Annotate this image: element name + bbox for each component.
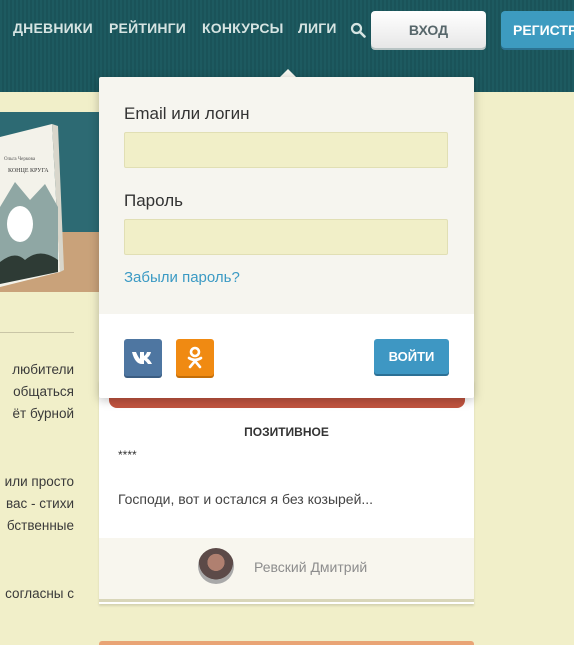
nav-item-diaries[interactable]: ДНЕВНИКИ [13,20,93,36]
book-author: Ольга Черкова [4,157,36,162]
nav-item-ratings[interactable]: РЕЙТИНГИ [109,20,186,36]
left-text-line: бственные [6,518,74,533]
nav-item-contests[interactable]: КОНКУРСЫ [202,20,284,36]
submit-login-button[interactable]: ВОЙТИ [374,339,449,374]
login-button[interactable]: ВХОД [371,11,486,48]
nav-item-leagues[interactable]: ЛИГИ [298,20,337,36]
left-text-line: вас - стихи [5,496,74,511]
left-text-block-3: согласны с [0,583,74,605]
password-field[interactable] [124,219,448,255]
left-text-block-1: любители общаться ёт бурной [0,359,74,425]
vk-login-button[interactable] [124,339,162,376]
author-name[interactable]: Ревский Дмитрий [254,559,367,575]
book-cover-illustration: Ольга Черкова КОНЦЕ КРУГА [0,112,100,292]
email-field[interactable] [124,132,448,168]
next-card-strip [99,641,474,645]
left-divider [0,332,74,333]
search-icon[interactable] [350,22,366,38]
left-text-line: или просто [4,474,74,489]
left-text-line: общаться [13,384,74,399]
ok-icon [187,346,203,368]
book-cover-image[interactable]: Ольга Черкова КОНЦЕ КРУГА [0,112,100,292]
password-label: Пароль [124,191,183,210]
email-label: Email или логин [124,104,250,123]
card-stars: **** [118,448,137,462]
ok-login-button[interactable] [176,339,214,376]
vk-icon [132,351,152,364]
forgot-password-link[interactable]: Забыли пароль? [124,269,240,286]
left-text-block-2: или просто вас - стихи бственные [0,471,74,537]
left-text-line: согласны с [5,586,74,601]
left-text-line: любители [12,362,74,377]
left-text-line: ёт бурной [12,406,75,421]
card-title[interactable]: ПОЗИТИВНОЕ [99,425,474,439]
author-avatar[interactable] [198,548,234,584]
book-title: КОНЦЕ КРУГА [8,168,49,174]
card-excerpt[interactable]: Господи, вот и остался я без козырей... [118,491,373,507]
register-button[interactable]: РЕГИСТРА [501,11,574,48]
